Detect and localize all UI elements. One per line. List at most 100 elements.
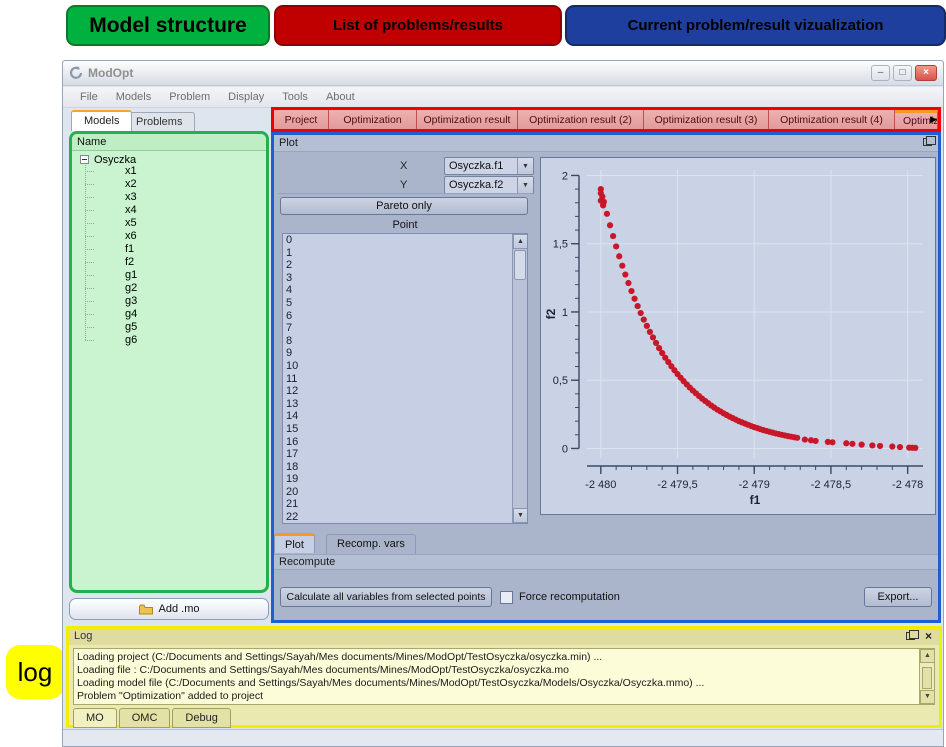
scatter-point[interactable] (637, 309, 644, 317)
point-list-item[interactable]: 9 (283, 347, 512, 360)
log-tab-omc[interactable]: OMC (118, 708, 171, 728)
result-tab[interactable]: Project (274, 110, 329, 129)
point-list-item[interactable]: 16 (283, 436, 512, 449)
scroll-down-icon[interactable]: ▼ (920, 690, 934, 704)
scatter-point[interactable] (889, 443, 896, 450)
scatter-point[interactable] (613, 243, 620, 250)
scatter-point[interactable] (649, 334, 657, 341)
scatter-point[interactable] (794, 434, 801, 441)
export-button[interactable]: Export... (864, 587, 932, 607)
tab-recomp-vars[interactable]: Recomp. vars (326, 534, 416, 554)
scatter-point[interactable] (801, 436, 808, 443)
point-list-item[interactable]: 2 (283, 259, 512, 272)
scatter-point[interactable] (646, 328, 654, 335)
point-list-item[interactable]: 13 (283, 398, 512, 411)
menu-models[interactable]: Models (107, 89, 160, 105)
tree-item[interactable]: g6 (85, 334, 266, 347)
tree-item[interactable]: g2 (85, 282, 266, 295)
scrollbar-thumb[interactable] (514, 250, 526, 280)
calculate-variables-button[interactable]: Calculate all variables from selected po… (280, 587, 492, 607)
tree-item[interactable]: x3 (85, 191, 266, 204)
point-list-item[interactable]: 22 (283, 511, 512, 523)
log-tab-debug[interactable]: Debug (172, 708, 231, 728)
log-scrollbar[interactable]: ▲ ▼ (919, 649, 934, 704)
point-list-item[interactable]: 18 (283, 461, 512, 474)
y-variable-dropdown[interactable]: Osyczka.f2 ▼ (444, 176, 534, 194)
x-variable-dropdown[interactable]: Osyczka.f1 ▼ (444, 157, 534, 175)
point-list-item[interactable]: 19 (283, 473, 512, 486)
menu-about[interactable]: About (317, 89, 364, 105)
tree-item[interactable]: x4 (85, 204, 266, 217)
tree-item[interactable]: x1 (85, 165, 266, 178)
point-list-item[interactable]: 4 (283, 284, 512, 297)
point-list-item[interactable]: 17 (283, 448, 512, 461)
scroll-up-icon[interactable]: ▲ (513, 234, 527, 249)
scatter-point[interactable] (606, 222, 614, 229)
menu-file[interactable]: File (71, 89, 107, 105)
result-tab[interactable]: Optimization (329, 110, 417, 129)
scatter-point[interactable] (603, 210, 611, 217)
result-tab[interactable]: Optimization result (4) (769, 110, 895, 129)
dock-float-icon[interactable] (923, 136, 936, 146)
tab-problems[interactable]: Problems (123, 112, 196, 131)
scatter-point[interactable] (896, 443, 904, 451)
tree-item[interactable]: g4 (85, 308, 266, 321)
menu-problem[interactable]: Problem (160, 89, 219, 105)
scatter-point[interactable] (858, 441, 865, 448)
point-list-item[interactable]: 6 (283, 310, 512, 323)
scatter-point[interactable] (812, 437, 819, 445)
scatter-point[interactable] (640, 316, 647, 323)
scatter-point[interactable] (628, 287, 635, 295)
scroll-down-icon[interactable]: ▼ (513, 508, 527, 523)
tree-item[interactable]: x5 (85, 217, 266, 230)
scroll-up-icon[interactable]: ▲ (920, 649, 934, 663)
point-list-item[interactable]: 3 (283, 272, 512, 285)
collapse-icon[interactable] (80, 155, 89, 164)
point-list-item[interactable]: 0 (283, 234, 512, 247)
scatter-point[interactable] (843, 440, 850, 447)
dropdown-arrow-icon[interactable]: ▼ (517, 158, 533, 174)
scatter-point[interactable] (609, 232, 617, 240)
point-list-item[interactable]: 11 (283, 373, 512, 386)
tree-item[interactable]: f2 (85, 256, 266, 269)
close-button[interactable]: × (915, 65, 937, 81)
point-list-item[interactable]: 10 (283, 360, 512, 373)
tab-models[interactable]: Models (71, 110, 133, 131)
point-list-item[interactable]: 20 (283, 486, 512, 499)
point-list-item[interactable]: 5 (283, 297, 512, 310)
tree-item[interactable]: f1 (85, 243, 266, 256)
dock-float-icon[interactable] (906, 630, 919, 640)
tree-item[interactable]: g3 (85, 295, 266, 308)
scatter-point[interactable] (829, 439, 836, 446)
tree-item[interactable]: x2 (85, 178, 266, 191)
scatter-point[interactable] (622, 271, 629, 278)
result-tab[interactable]: Optimization result (2) (518, 110, 644, 129)
point-list-item[interactable]: 7 (283, 322, 512, 335)
tree-item[interactable]: g1 (85, 269, 266, 282)
scatter-point[interactable] (619, 262, 626, 269)
pareto-only-button[interactable]: Pareto only (280, 197, 528, 215)
menu-display[interactable]: Display (219, 89, 273, 105)
scatter-point[interactable] (869, 442, 876, 449)
result-tab[interactable]: Optimization result (3) (644, 110, 769, 129)
scatter-point[interactable] (912, 444, 919, 451)
point-list-item[interactable]: 8 (283, 335, 512, 348)
tree-item[interactable]: x6 (85, 230, 266, 243)
pareto-scatter-chart[interactable]: -2 480 -2 479,5 -2 479 -2 478,5 -2 478 f1 0 0,5… (540, 157, 936, 515)
maximize-button[interactable]: □ (893, 65, 912, 81)
tab-plot[interactable]: Plot (274, 533, 315, 553)
dock-close-icon[interactable]: × (925, 629, 932, 643)
result-tab[interactable]: Optimization result (417, 110, 518, 129)
tree-root-osyczka[interactable]: Osyczka (72, 151, 266, 166)
point-list-item[interactable]: 12 (283, 385, 512, 398)
point-list-item[interactable]: 14 (283, 410, 512, 423)
tab-overflow-arrow-icon[interactable]: ▶ (930, 114, 937, 125)
minimize-button[interactable]: – (871, 65, 890, 81)
point-list-item[interactable]: 21 (283, 498, 512, 511)
tree-item[interactable]: g5 (85, 321, 266, 334)
scatter-point[interactable] (631, 295, 638, 302)
scatter-point[interactable] (652, 339, 660, 347)
scatter-point[interactable] (643, 322, 650, 329)
scatter-point[interactable] (600, 198, 607, 205)
point-list-scrollbar[interactable]: ▲ ▼ (512, 234, 527, 523)
